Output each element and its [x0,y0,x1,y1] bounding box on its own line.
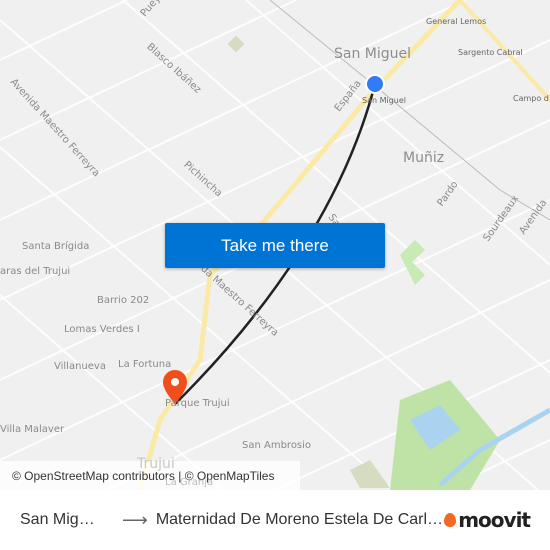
label-villanueva: Villanueva [54,361,106,372]
label-aras-trujui: aras del Trujui [0,266,71,277]
moovit-pin-icon [444,513,457,527]
label-barrio-202: Barrio 202 [97,295,150,306]
label-campo: Campo d [513,94,549,103]
arrow-right-icon: ⟶ [122,509,148,530]
label-general-lemos: General Lemos [426,17,487,26]
label-parque-trujui: Parque Trujui [165,398,230,409]
origin-marker [365,74,385,94]
moovit-logo-text: moovit [458,508,531,532]
label-la-fortuna: La Fortuna [118,359,172,370]
footer: San Miguel ⟶ Maternidad De Moreno Estela… [0,490,550,550]
label-muniz: Muñiz [403,150,445,166]
map[interactable]: San Miguel General Lemos Sargento Cabral… [0,0,550,490]
take-me-there-button[interactable]: Take me there [165,223,385,268]
label-sargento-cabral: Sargento Cabral [458,48,523,57]
label-trujui: Trujui [137,456,175,472]
label-san-ambrosio: San Ambrosio [242,440,312,451]
moovit-logo: moovit [444,508,531,532]
label-la-granja: La Granja [165,477,214,488]
origin-name: San Miguel [20,511,98,528]
label-san-miguel-stop: San Miguel [362,96,407,105]
label-lomas-verdes: Lomas Verdes I [64,324,140,335]
destination-name: Maternidad De Moreno Estela De Carlotto [155,511,445,528]
label-santa-brigida: Santa Brígida [22,241,90,252]
label-san-miguel: San Miguel [334,46,412,62]
label-villa-malaver: Villa Malaver [0,424,65,435]
